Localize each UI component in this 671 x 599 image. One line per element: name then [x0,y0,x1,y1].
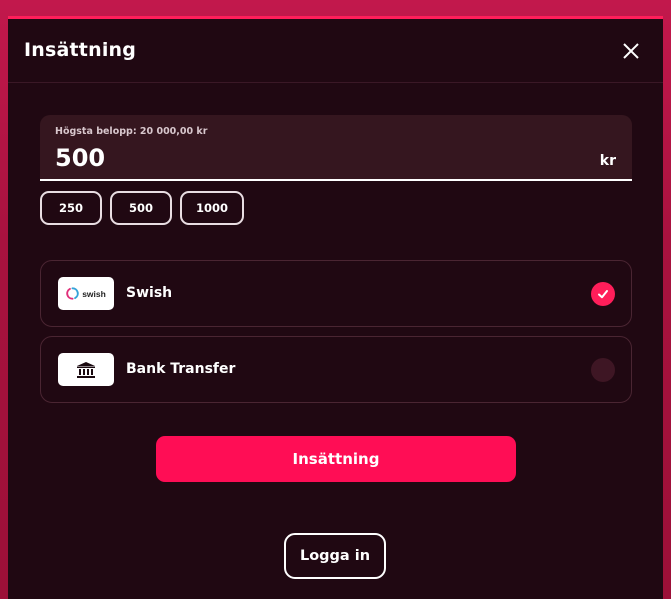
payment-radio-swish[interactable] [591,282,615,306]
close-button[interactable] [621,41,641,61]
amount-unit: kr [599,153,616,169]
payment-radio-bank-transfer[interactable] [591,358,615,382]
amount-max-label: Högsta belopp: 20 000,00 kr [55,126,208,137]
payment-label-swish: Swish [126,285,173,301]
deposit-button[interactable]: Insättning [156,436,516,482]
amount-value[interactable]: 500 [55,144,105,172]
bank-icon [77,361,95,378]
quick-amount-button-500[interactable]: 500 [110,191,172,225]
payment-option-swish[interactable]: swish Swish [40,260,632,327]
amount-input[interactable]: Högsta belopp: 20 000,00 kr 500 kr [40,115,632,181]
quick-amount-row: 250 500 1000 [40,191,244,225]
modal-title: Insättning [24,39,137,61]
deposit-modal: Insättning Högsta belopp: 20 000,00 kr 5… [8,16,663,599]
modal-header: Insättning [8,19,663,83]
swish-logo-text: swish [82,288,106,299]
swish-icon [66,287,79,300]
checkmark-icon [598,290,608,299]
close-icon [623,43,639,59]
bank-logo [58,353,114,386]
login-button[interactable]: Logga in [284,533,386,579]
quick-amount-button-1000[interactable]: 1000 [180,191,244,225]
quick-amount-button-250[interactable]: 250 [40,191,102,225]
payment-label-bank-transfer: Bank Transfer [126,361,236,377]
swish-logo: swish [58,277,114,310]
payment-option-bank-transfer[interactable]: Bank Transfer [40,336,632,403]
